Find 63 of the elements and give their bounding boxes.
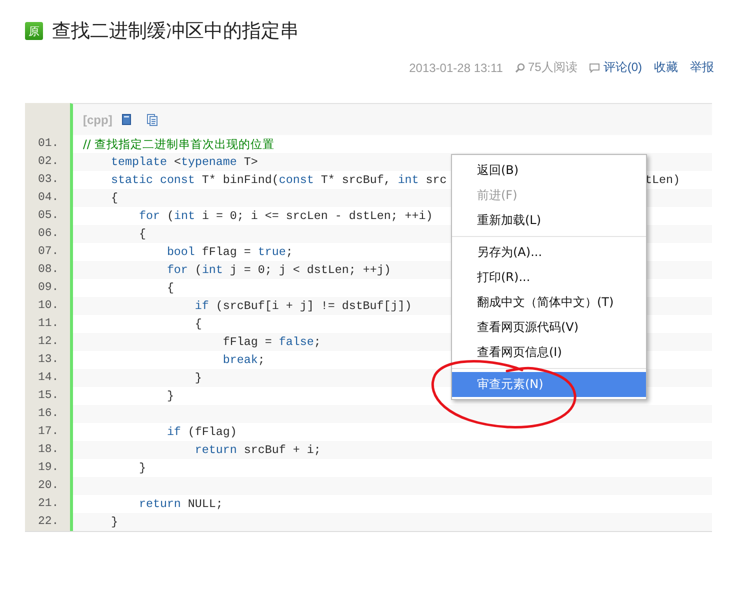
speech-bubble-icon [589,62,600,72]
code-line: } [166,388,174,405]
article-title: 查找二进制缓冲区中的指定串 [52,19,299,44]
menu-item[interactable]: 重新加载(L) [452,208,646,233]
code-line: if (fFlag) [166,424,237,441]
line-number: 09. [25,279,70,297]
line-number: 02. [25,153,70,171]
line-number: 13. [25,351,70,369]
code-line: return NULL; [138,496,223,513]
line-number: 06. [25,225,70,243]
view-count: 75人阅读 [528,59,578,76]
code-line: { [166,280,174,297]
code-line: } [138,460,146,477]
line-number: 22. [25,513,70,531]
line-number: 12. [25,333,70,351]
code-line: { [194,316,202,333]
code-line: break; [222,352,265,369]
code-line: // 查找指定二进制串首次出现的位置 [83,136,274,153]
code-line: template <typename T> [110,154,258,171]
line-number: 08. [25,261,70,279]
line-number: 15. [25,387,70,405]
line-number: 11. [25,315,70,333]
code-line: static const T* binFind(const T* srcBuf, int src [110,172,447,189]
line-number: 21. [25,495,70,513]
menu-item[interactable]: 另存为(A)... [452,240,646,265]
code-line: { [138,226,146,243]
code-line: } [194,370,202,387]
line-number: 17. [25,423,70,441]
report-link[interactable]: 举报 [690,59,714,76]
code-line: for (int j = 0; j < dstLen; ++j) [166,262,391,279]
line-number: 07. [25,243,70,261]
original-badge: 原 [25,22,43,40]
code-line: for (int i = 0; i <= srcLen - dstLen; ++i) [138,208,433,225]
code-line: } [110,514,118,531]
menu-item[interactable]: 翻成中文（简体中文）(T) [452,290,646,315]
code-line: fFlag = false; [222,334,321,351]
menu-item[interactable]: 返回(B) [452,158,646,183]
code-line: bool fFlag = true; [166,244,293,261]
copy-icon[interactable] [147,114,158,126]
line-number: 16. [25,405,70,423]
line-number: 14. [25,369,70,387]
line-number: 20. [25,477,70,495]
code-line: { [110,190,118,207]
line-number: 10. [25,297,70,315]
comments-link[interactable]: 评论(0) [603,59,642,76]
line-number: 05. [25,207,70,225]
line-number: 04. [25,189,70,207]
view-source-icon[interactable] [122,114,132,125]
line-number: 03. [25,171,70,189]
language-label: [cpp] [83,112,112,126]
favorite-link[interactable]: 收藏 [654,59,678,76]
menu-item[interactable]: 打印(R)... [452,265,646,290]
line-number: 01. [25,135,70,153]
code-text: tLen) [645,172,680,189]
menu-item[interactable]: 查看网页源代码(V) [452,315,646,340]
line-number: 18. [25,441,70,459]
code-line: if (srcBuf[i + j] != dstBuf[j]) [194,298,412,315]
search-icon [514,62,525,72]
code-line: return srcBuf + i; [194,442,321,459]
line-number: 19. [25,459,70,477]
menu-item[interactable]: 查看网页信息(I) [452,340,646,365]
menu-item[interactable]: 审查元素(N) [452,372,646,397]
post-date: 2013-01-28 13:11 [409,60,503,74]
